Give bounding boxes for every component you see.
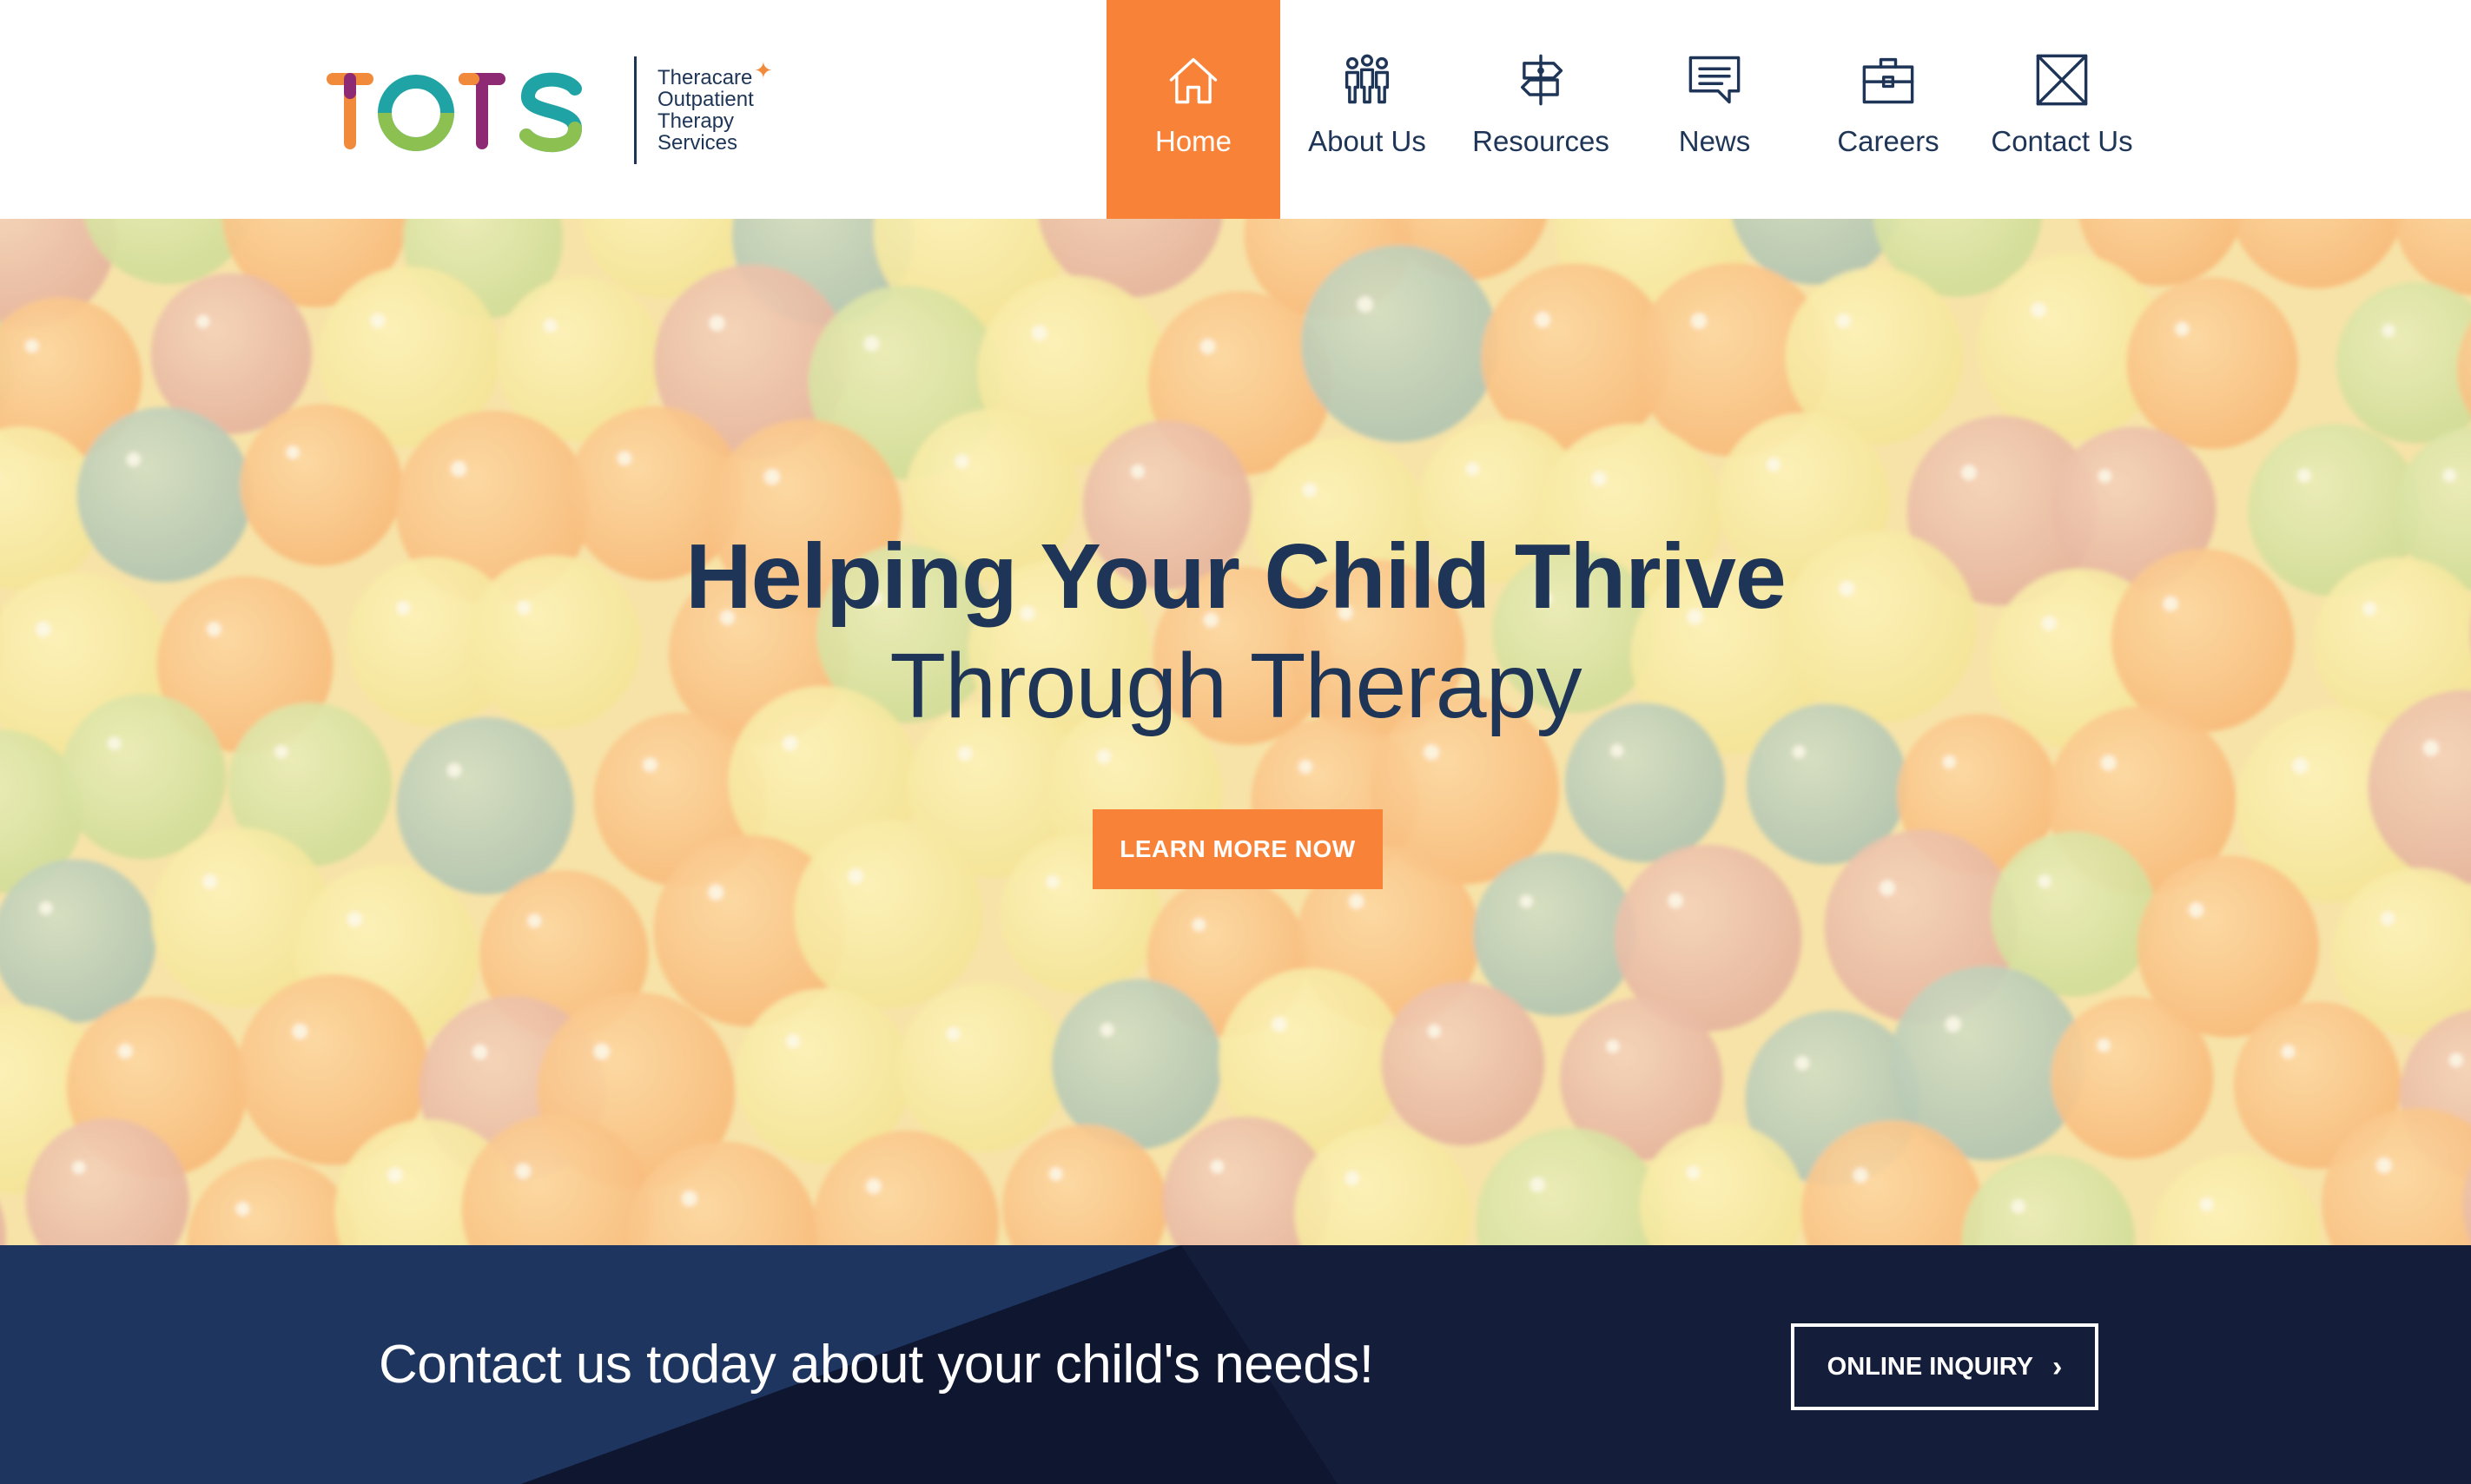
nav-item-about-us[interactable]: About Us (1280, 0, 1454, 219)
learn-more-button[interactable]: LEARN MORE NOW (1093, 809, 1383, 889)
nav-label-news: News (1678, 125, 1751, 157)
main-nav: Home About Us Resources News Careers Con… (1107, 0, 2149, 219)
nav-label-contact-us: Contact Us (1991, 125, 2133, 157)
tots-letters-graphic (327, 72, 583, 153)
logo-divider (634, 56, 637, 164)
logo-tagline: Theracare Outpatient Therapy Services ✦ (657, 59, 773, 155)
chevron-right-icon: › (2052, 1350, 2063, 1383)
nav-item-news[interactable]: News (1628, 0, 1801, 219)
nav-label-resources: Resources (1472, 125, 1609, 157)
hero-subtitle: Through Therapy (889, 635, 1582, 737)
nav-label-home: Home (1154, 125, 1232, 157)
online-inquiry-button[interactable]: ONLINE INQUIRY › (1791, 1323, 2098, 1410)
sparkle-icon: ✦ (753, 57, 773, 83)
nav-label-about-us: About Us (1308, 125, 1426, 157)
envelope-icon (2031, 49, 2093, 111)
hero-content: Helping Your Child Thrive Through Therap… (0, 219, 2471, 1245)
people-icon (1336, 49, 1398, 111)
online-inquiry-label: ONLINE INQUIRY (1827, 1352, 2034, 1381)
tagline-line-4: Services (657, 131, 738, 155)
tagline-line-3: Therapy (657, 109, 735, 133)
tots-logo[interactable]: Theracare Outpatient Therapy Services ✦ (327, 54, 778, 167)
nav-item-resources[interactable]: Resources (1454, 0, 1628, 219)
hero-banner: Helping Your Child Thrive Through Therap… (0, 219, 2471, 1245)
nav-item-careers[interactable]: Careers (1801, 0, 1975, 219)
nav-item-contact-us[interactable]: Contact Us (1975, 0, 2149, 219)
tagline-line-2: Outpatient (657, 88, 754, 111)
tots-wordmark (327, 63, 610, 158)
tagline-line-1: Theracare (657, 66, 753, 89)
contact-band: Contact us today about your child's need… (0, 1245, 2471, 1484)
hero-title: Helping Your Child Thrive (685, 525, 1787, 628)
home-icon (1162, 49, 1225, 111)
contact-band-text: Contact us today about your child's need… (379, 1335, 1374, 1395)
briefcase-icon (1857, 49, 1919, 111)
speech-bubble-icon (1683, 49, 1746, 111)
site-header: Theracare Outpatient Therapy Services ✦ … (0, 0, 2471, 219)
nav-item-home[interactable]: Home (1107, 0, 1280, 219)
signpost-icon (1510, 49, 1572, 111)
nav-label-careers: Careers (1837, 125, 1939, 157)
